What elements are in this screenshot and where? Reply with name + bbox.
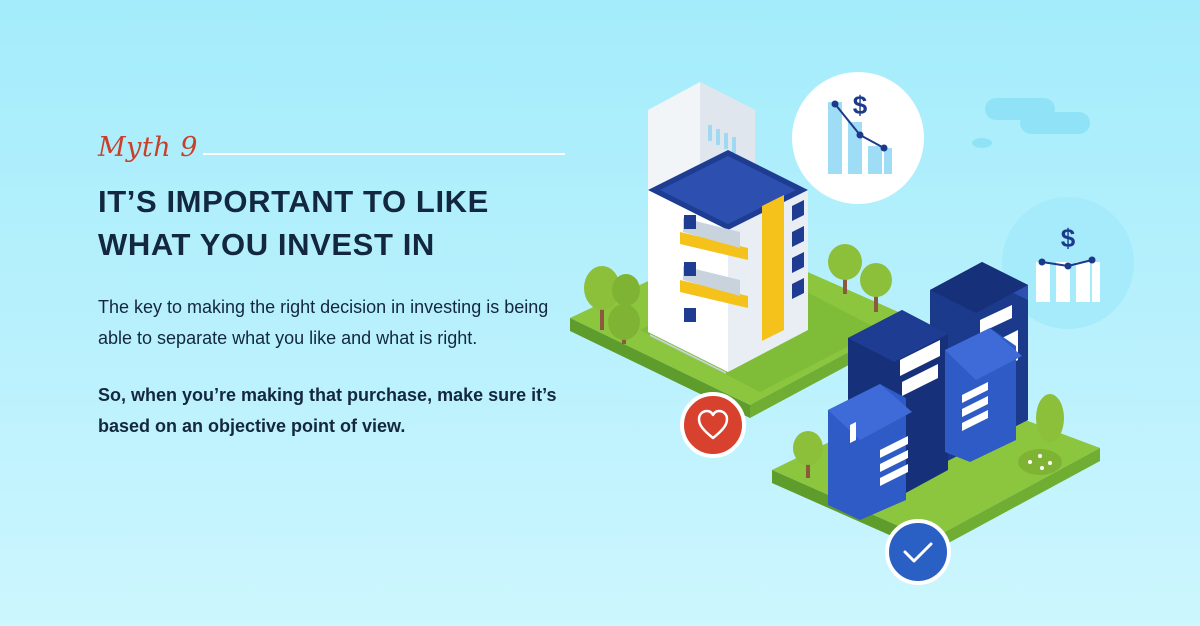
price-drop-badge: $ (792, 72, 924, 204)
heart-badge (680, 392, 746, 458)
cloud-decoration (972, 98, 1090, 148)
check-badge (885, 519, 951, 585)
tree (1036, 394, 1064, 442)
bush (1018, 449, 1062, 475)
dollar-sign: $ (853, 90, 868, 120)
real-estate-illustration: $ $ (570, 72, 1134, 585)
dollar-sign: $ (1061, 223, 1076, 253)
